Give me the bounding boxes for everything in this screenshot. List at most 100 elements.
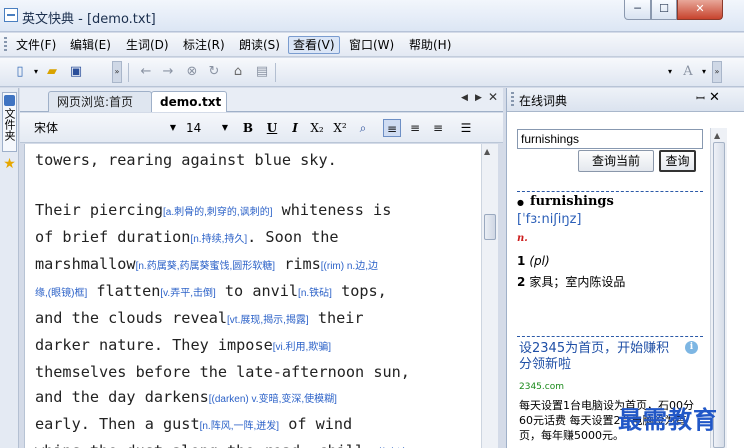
menu-grip[interactable] <box>4 37 7 53</box>
align-right-icon[interactable]: ≡ <box>429 119 447 137</box>
text-editor[interactable]: towers, rearing against blue sky. Their p… <box>24 144 481 448</box>
minimize-button[interactable]: ─ <box>624 0 651 20</box>
word-annotation[interactable]: [n.药属葵,药属葵蜜饯,圆形软糖] <box>136 261 275 272</box>
word-annotation[interactable]: [n.铁砧] <box>298 288 332 299</box>
italic-button[interactable]: I <box>286 119 304 137</box>
open-folder-icon[interactable]: ▰ <box>44 64 60 80</box>
editor-line[interactable]: marshmallow[n.药属葵,药属葵蜜饯,圆形软糖] rims[(rim)… <box>35 252 475 279</box>
editor-text[interactable]: darker nature. They impose <box>35 336 273 354</box>
lookup-icon[interactable]: ⌕ <box>354 119 372 137</box>
font-size-select[interactable]: 14 ▼ <box>182 118 232 138</box>
panel-grip[interactable] <box>511 92 514 107</box>
tab-close-icon[interactable]: ✕ <box>488 90 498 104</box>
panel-close-icon[interactable]: ✕ <box>709 90 720 105</box>
editor-line[interactable]: darker nature. They impose[vi.利用,欺骗] <box>35 333 475 360</box>
pin-icon[interactable]: ꟷ <box>696 91 705 106</box>
editor-text[interactable]: themselves before the late-afternoon sun… <box>35 363 410 381</box>
editor-blank-line[interactable] <box>35 173 475 198</box>
forward-icon[interactable]: → <box>160 64 176 80</box>
bullet-list-icon[interactable]: ☰ <box>457 119 475 137</box>
editor-text[interactable]: and the day darkens <box>35 388 209 406</box>
editor-text[interactable]: of wind <box>279 415 352 433</box>
menu-view[interactable]: 查看(V) <box>288 36 340 54</box>
editor-line[interactable]: early. Then a gust[n.阵风,一阵,迸发] of wind <box>35 412 475 439</box>
word-annotation[interactable]: [v.弄平,击倒] <box>160 288 215 299</box>
editor-text[interactable]: flatten <box>87 282 160 300</box>
word-annotation[interactable]: [n.持续,持久] <box>190 234 247 245</box>
editor-text[interactable]: marshmallow <box>35 255 136 273</box>
font-style-icon[interactable]: A <box>680 64 696 80</box>
menu-window[interactable]: 窗口(W) <box>345 36 398 54</box>
menu-vocab[interactable]: 生词(D) <box>122 36 173 54</box>
bookmark-icon[interactable]: ▤ <box>254 64 270 80</box>
editor-line[interactable]: of brief duration[n.持续,持久]. Soon the <box>35 225 475 252</box>
editor-text[interactable]: . Soon the <box>247 228 338 246</box>
menu-edit[interactable]: 编辑(E) <box>66 36 115 54</box>
menu-annotate[interactable]: 标注(R) <box>179 36 229 54</box>
toolbar-overflow-icon[interactable]: » <box>112 61 122 83</box>
editor-line[interactable]: towers, rearing against blue sky. <box>35 148 475 173</box>
editor-line[interactable]: themselves before the late-afternoon sun… <box>35 360 475 385</box>
close-button[interactable]: ✕ <box>677 0 723 20</box>
editor-text[interactable]: whips the dust along the road, chill <box>35 442 364 448</box>
editor-text[interactable]: Their piercing <box>35 201 163 219</box>
home-icon[interactable]: ⌂ <box>230 64 246 80</box>
editor-text[interactable]: rims <box>275 255 321 273</box>
stop-icon[interactable]: ⊗ <box>184 64 200 80</box>
new-dropdown-icon[interactable]: ▾ <box>28 64 44 80</box>
query-button[interactable]: 查询 <box>659 150 696 172</box>
tab-demo-txt[interactable]: demo.txt <box>151 91 227 112</box>
ad-info-icon[interactable]: i <box>685 341 698 354</box>
dictionary-search-input[interactable] <box>517 129 703 149</box>
ad-title-link[interactable]: 设2345为首页，开始赚积分领新啦 <box>519 341 679 373</box>
address-dropdown-icon[interactable]: ▾ <box>662 64 678 80</box>
favorites-star-icon[interactable]: ★ <box>2 156 17 176</box>
editor-content[interactable]: towers, rearing against blue sky. Their p… <box>35 148 475 448</box>
editor-text[interactable]: and the clouds reveal <box>35 309 227 327</box>
tab-scroll-right-icon[interactable]: ▶ <box>475 93 482 103</box>
menu-file[interactable]: 文件(F) <box>12 36 60 54</box>
save-icon[interactable]: ▣ <box>68 64 84 80</box>
refresh-icon[interactable]: ↻ <box>206 64 222 80</box>
toolbar-overflow-icon[interactable]: » <box>712 61 722 83</box>
underline-button[interactable]: U <box>263 119 281 137</box>
back-icon[interactable]: ← <box>138 64 154 80</box>
editor-text[interactable]: towers, rearing against blue sky. <box>35 151 337 169</box>
bold-button[interactable]: B <box>239 119 257 137</box>
editor-text[interactable]: their <box>309 309 364 327</box>
editor-text[interactable]: whiteness is <box>272 201 392 219</box>
subscript-button[interactable]: X₂ <box>308 119 326 137</box>
editor-text[interactable]: of brief duration <box>35 228 190 246</box>
word-annotation[interactable]: 缘,(眼镜)框] <box>35 288 87 299</box>
editor-text[interactable]: to anvil <box>216 282 298 300</box>
editor-line[interactable]: whips the dust along the road, chill[vt.… <box>35 439 475 448</box>
query-current-button[interactable]: 查询当前 <box>578 150 654 172</box>
editor-line[interactable]: 缘,(眼镜)框] flatten[v.弄平,击倒] to anvil[n.铁砧]… <box>35 279 475 306</box>
superscript-button[interactable]: X² <box>331 119 349 137</box>
tab-scroll-left-icon[interactable]: ◀ <box>461 93 468 103</box>
editor-line[interactable]: and the day darkens[(darken) v.变暗,变深,使模糊… <box>35 385 475 412</box>
font-name-select[interactable]: 宋体 ▼ <box>30 118 180 138</box>
word-annotation[interactable]: [a.刺骨的,刺穿的,讽刺的] <box>163 207 272 218</box>
editor-scroll-thumb[interactable] <box>484 214 496 240</box>
folder-tab[interactable]: 文件夹 <box>2 92 17 152</box>
word-annotation[interactable]: [(rim) n.边,边 <box>321 261 378 272</box>
editor-line[interactable]: Their piercing[a.刺骨的,刺穿的,讽刺的] whiteness … <box>35 198 475 225</box>
scroll-up-icon[interactable]: ▲ <box>484 147 490 156</box>
editor-text[interactable]: tops, <box>332 282 387 300</box>
tab-web-browser-home[interactable]: 网页浏览:首页 <box>48 91 152 112</box>
menu-help[interactable]: 帮助(H) <box>405 36 455 54</box>
align-center-icon[interactable]: ≡ <box>406 119 424 137</box>
font-style-dropdown-icon[interactable]: ▾ <box>696 64 712 80</box>
scroll-up-icon[interactable]: ▲ <box>714 131 720 140</box>
new-document-icon[interactable]: ▯ <box>12 64 28 80</box>
editor-scrollbar[interactable]: ▲ <box>481 144 498 448</box>
menu-read-aloud[interactable]: 朗读(S) <box>235 36 284 54</box>
ad-host-link[interactable]: 2345.com <box>519 382 564 392</box>
word-annotation[interactable]: [n.阵风,一阵,迸发] <box>200 421 279 432</box>
word-annotation[interactable]: [vt.展现,揭示,揭露] <box>227 315 309 326</box>
align-left-icon[interactable]: ≡ <box>383 119 401 137</box>
maximize-button[interactable]: ☐ <box>651 0 677 20</box>
word-annotation[interactable]: [vi.利用,欺骗] <box>273 342 331 353</box>
editor-text[interactable]: early. Then a gust <box>35 415 200 433</box>
